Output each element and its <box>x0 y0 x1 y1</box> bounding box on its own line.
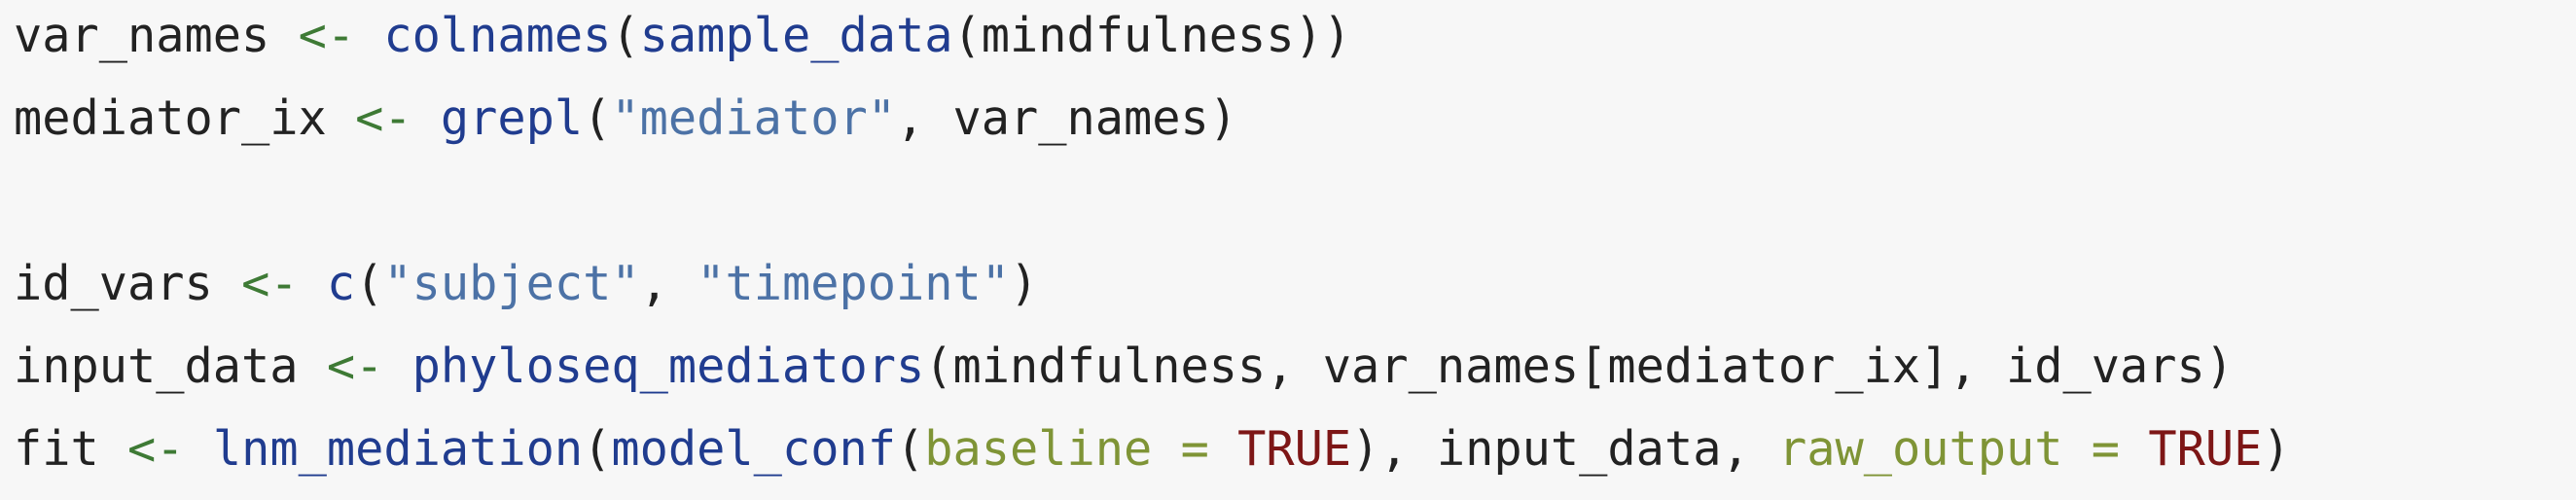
function-name: phyloseq_mediators <box>411 339 925 394</box>
code-line: input_data <- phyloseq_mediators(mindful… <box>14 326 2234 409</box>
code-text: ), input_data, <box>1351 422 1778 477</box>
code-text: input_data <box>14 339 327 394</box>
code-text: ) <box>2262 422 2291 477</box>
code-block: var_names <- colnames(sample_data(mindfu… <box>0 0 2576 500</box>
code-line: id_vars <- c("subject", "timepoint") <box>14 243 1038 326</box>
code-text: (mindfulness)) <box>952 9 1352 63</box>
function-name: model_conf <box>611 422 896 477</box>
function-name: sample_data <box>639 9 953 63</box>
code-line: fit <- lnm_mediation(model_conf(baseline… <box>14 409 2291 491</box>
assignment-operator: <- <box>326 339 384 394</box>
string-literal: "mediator" <box>611 91 896 146</box>
logical-constant: TRUE <box>1237 422 1352 477</box>
assignment-operator: <- <box>127 422 185 477</box>
code-text: , <box>639 257 698 311</box>
code-text: var_names <box>14 9 299 63</box>
code-text: mediator_ix <box>14 91 356 146</box>
code-text: ( <box>583 91 612 146</box>
string-literal: "timepoint" <box>697 257 1011 311</box>
argument-name: = <box>1180 422 1209 477</box>
argument-name: baseline <box>924 422 1153 477</box>
assignment-operator: <- <box>241 257 299 311</box>
assignment-operator: <- <box>298 9 356 63</box>
code-text: (mindfulness, var_names[mediator_ix], id… <box>924 339 2234 394</box>
code-text: , var_names) <box>895 91 1238 146</box>
function-name: grepl <box>440 91 584 146</box>
assignment-operator: <- <box>355 91 412 146</box>
logical-constant: TRUE <box>2148 422 2263 477</box>
function-name: lnm_mediation <box>212 422 584 477</box>
argument-name: raw_output <box>1777 422 2063 477</box>
function-name: c <box>326 257 356 311</box>
code-text: fit <box>14 422 128 477</box>
code-text: id_vars <box>14 257 242 311</box>
string-literal: "subject" <box>383 257 640 311</box>
code-text: ( <box>583 422 612 477</box>
code-text: ( <box>611 9 640 63</box>
function-name: colnames <box>383 9 612 63</box>
code-text: ( <box>355 257 384 311</box>
argument-name: = <box>2091 422 2121 477</box>
code-text: ) <box>1010 257 1039 311</box>
code-text: ( <box>895 422 925 477</box>
code-line: var_names <- colnames(sample_data(mindfu… <box>14 0 1351 78</box>
code-line: mediator_ix <- grepl("mediator", var_nam… <box>14 78 1237 161</box>
